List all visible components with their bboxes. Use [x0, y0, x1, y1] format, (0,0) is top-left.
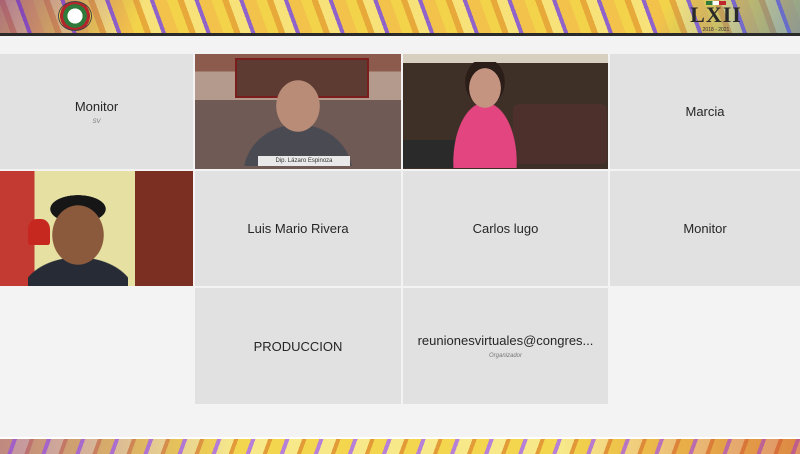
participant-video-lazaro-espinoza[interactable]: Dip. Lázaro Espinoza [195, 54, 401, 169]
sofa [513, 104, 607, 164]
participant-tile-organizer[interactable]: reunionesvirtuales@congres... Organizado… [403, 288, 608, 404]
participant-tile-monitor[interactable]: Monitor SV [0, 54, 193, 169]
speaker-figure [28, 193, 128, 286]
speaker-figure [445, 62, 525, 168]
video-feed [195, 54, 401, 169]
legislature-logo: LXII 2018 - 2021 [688, 1, 744, 33]
legislature-numeral: LXII [690, 2, 742, 27]
header-banner: LXII 2018 - 2021 [0, 0, 800, 36]
participant-tile-produccion[interactable]: PRODUCCION [195, 288, 401, 404]
participant-name: PRODUCCION [253, 338, 343, 354]
participant-name: Luis Mario Rivera [247, 221, 349, 236]
flag-stripe [706, 1, 726, 5]
participant-tile-monitor-2[interactable]: Monitor [610, 171, 800, 286]
speaker-figure [243, 74, 353, 166]
participant-name: Monitor [74, 98, 119, 114]
legislature-years: 2018 - 2021 [702, 27, 730, 33]
video-name-caption: Dip. Lázaro Espinoza [258, 156, 350, 166]
participant-tile-luis-mario-rivera[interactable]: Luis Mario Rivera [195, 171, 401, 286]
participant-role: Organizador [488, 353, 523, 359]
state-seal-icon [58, 1, 92, 31]
participant-tile-marcia[interactable]: Marcia [610, 54, 800, 169]
participant-name: Carlos lugo [472, 221, 539, 236]
participant-tile-carlos-lugo[interactable]: Carlos lugo [403, 171, 608, 286]
participant-video-woman[interactable] [403, 54, 608, 169]
participant-video-man[interactable] [0, 171, 193, 286]
video-feed [403, 54, 608, 169]
participant-name: Marcia [685, 104, 725, 119]
participant-subtitle: SV [92, 118, 101, 125]
participant-name: reunionesvirtuales@congres... [417, 333, 594, 348]
video-feed [0, 171, 193, 286]
footer-banner [0, 437, 800, 454]
participant-name: Monitor [683, 221, 727, 236]
